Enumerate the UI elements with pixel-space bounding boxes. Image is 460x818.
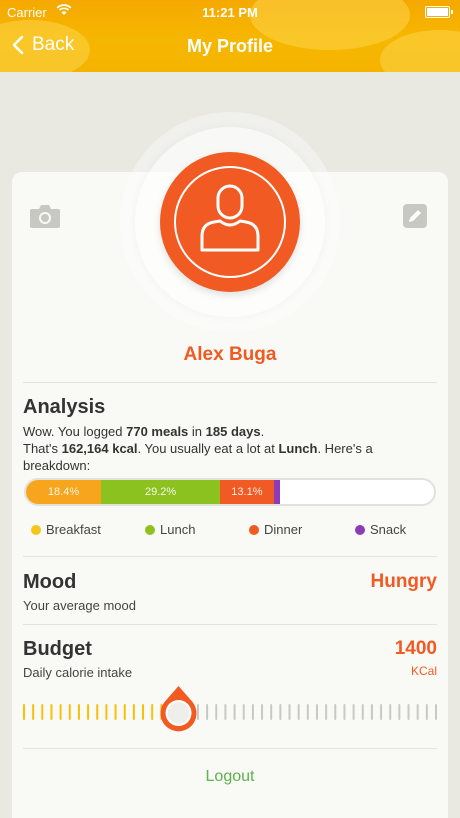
mood-value: Hungry xyxy=(370,571,438,592)
analysis-heading: Analysis xyxy=(23,396,106,418)
slider-tick xyxy=(315,704,318,720)
slider-tick xyxy=(361,704,364,720)
analysis-summary: Wow. You logged 770 meals in 185 days. T… xyxy=(23,424,373,473)
camera-icon[interactable] xyxy=(29,203,61,229)
slider-tick xyxy=(352,704,355,720)
meal-segment-lunch: 29.2% xyxy=(101,480,221,504)
slider-tick xyxy=(142,704,145,720)
slider-tick xyxy=(23,704,25,720)
meal-breakdown-bar: 18.4% 29.2% 13.1% xyxy=(24,478,436,506)
legend-label: Lunch xyxy=(160,522,196,537)
legend-dot xyxy=(31,524,41,535)
slider-tick xyxy=(233,704,236,720)
slider-tick xyxy=(224,704,227,720)
slider-thumb[interactable] xyxy=(160,686,197,732)
avatar[interactable] xyxy=(160,152,300,292)
budget-value: 1400 xyxy=(394,638,437,659)
slider-tick xyxy=(306,704,309,720)
slider-tick xyxy=(215,704,218,720)
divider xyxy=(23,382,437,383)
slider-tick xyxy=(68,704,71,720)
pencil-icon[interactable] xyxy=(403,204,427,228)
slider-tick xyxy=(425,704,428,720)
budget-caption: Daily calorie intake xyxy=(23,665,133,680)
slider-tick xyxy=(242,704,245,720)
slider-tick xyxy=(151,704,154,720)
legend-item-lunch: Lunch xyxy=(145,522,195,537)
slider-tick xyxy=(334,704,337,720)
slider-tick xyxy=(325,704,328,720)
divider xyxy=(23,748,437,749)
slider-tick xyxy=(50,704,53,720)
divider xyxy=(23,556,437,557)
slider-tick xyxy=(123,704,126,720)
user-icon xyxy=(200,184,260,252)
status-bar: Carrier 11:21 PM xyxy=(0,0,460,24)
header-bar: Carrier 11:21 PM Back My Profile xyxy=(0,0,460,72)
slider-tick xyxy=(398,704,401,720)
slider-tick xyxy=(261,704,264,720)
legend-label: Snack xyxy=(370,522,407,537)
slider-tick xyxy=(196,704,199,720)
slider-tick xyxy=(59,704,62,720)
legend-item-dinner: Dinner xyxy=(249,522,302,537)
slider-tick xyxy=(132,704,135,720)
slider-tick xyxy=(279,704,282,720)
slider-tick xyxy=(251,704,254,720)
budget-heading: Budget xyxy=(23,638,92,660)
logout-button[interactable]: Logout xyxy=(0,768,460,786)
meal-segment-dinner: 13.1% xyxy=(220,480,274,504)
slider-tick xyxy=(41,704,44,720)
slider-tick xyxy=(206,704,209,720)
slider-tick xyxy=(435,704,437,720)
slider-tick xyxy=(96,704,99,720)
meal-segment-snack xyxy=(273,480,280,504)
legend-item-breakfast: Breakfast xyxy=(31,522,101,537)
slider-tick xyxy=(389,704,392,720)
battery-icon xyxy=(425,6,453,18)
slider-tick xyxy=(288,704,291,720)
slider-tick xyxy=(380,704,383,720)
slider-tick xyxy=(297,704,300,720)
legend-item-snack: Snack xyxy=(355,522,406,537)
slider-tick xyxy=(343,704,346,720)
divider xyxy=(23,624,437,625)
meal-legend: Breakfast Lunch Dinner Snack xyxy=(0,522,460,538)
slider-tick xyxy=(270,704,273,720)
slider-tick xyxy=(32,704,35,720)
calorie-slider[interactable] xyxy=(22,686,438,738)
slider-tick xyxy=(114,704,117,720)
status-time: 11:21 PM xyxy=(202,5,258,20)
legend-label: Breakfast xyxy=(46,522,101,537)
legend-dot xyxy=(249,524,259,535)
page-title: My Profile xyxy=(186,36,274,56)
slider-tick xyxy=(87,704,90,720)
legend-dot xyxy=(355,524,365,535)
slider-tick xyxy=(416,704,419,720)
budget-unit: KCal xyxy=(410,664,437,678)
mood-caption: Your average mood xyxy=(23,598,136,613)
meal-segment-breakfast: 18.4% xyxy=(26,480,102,504)
mood-heading: Mood xyxy=(23,571,77,593)
legend-label: Dinner xyxy=(264,522,303,537)
profile-name: Alex Buga xyxy=(183,344,277,365)
slider-tick xyxy=(105,704,108,720)
slider-tick xyxy=(370,704,373,720)
slider-tick xyxy=(407,704,410,720)
legend-dot xyxy=(145,524,155,535)
slider-tick xyxy=(77,704,80,720)
